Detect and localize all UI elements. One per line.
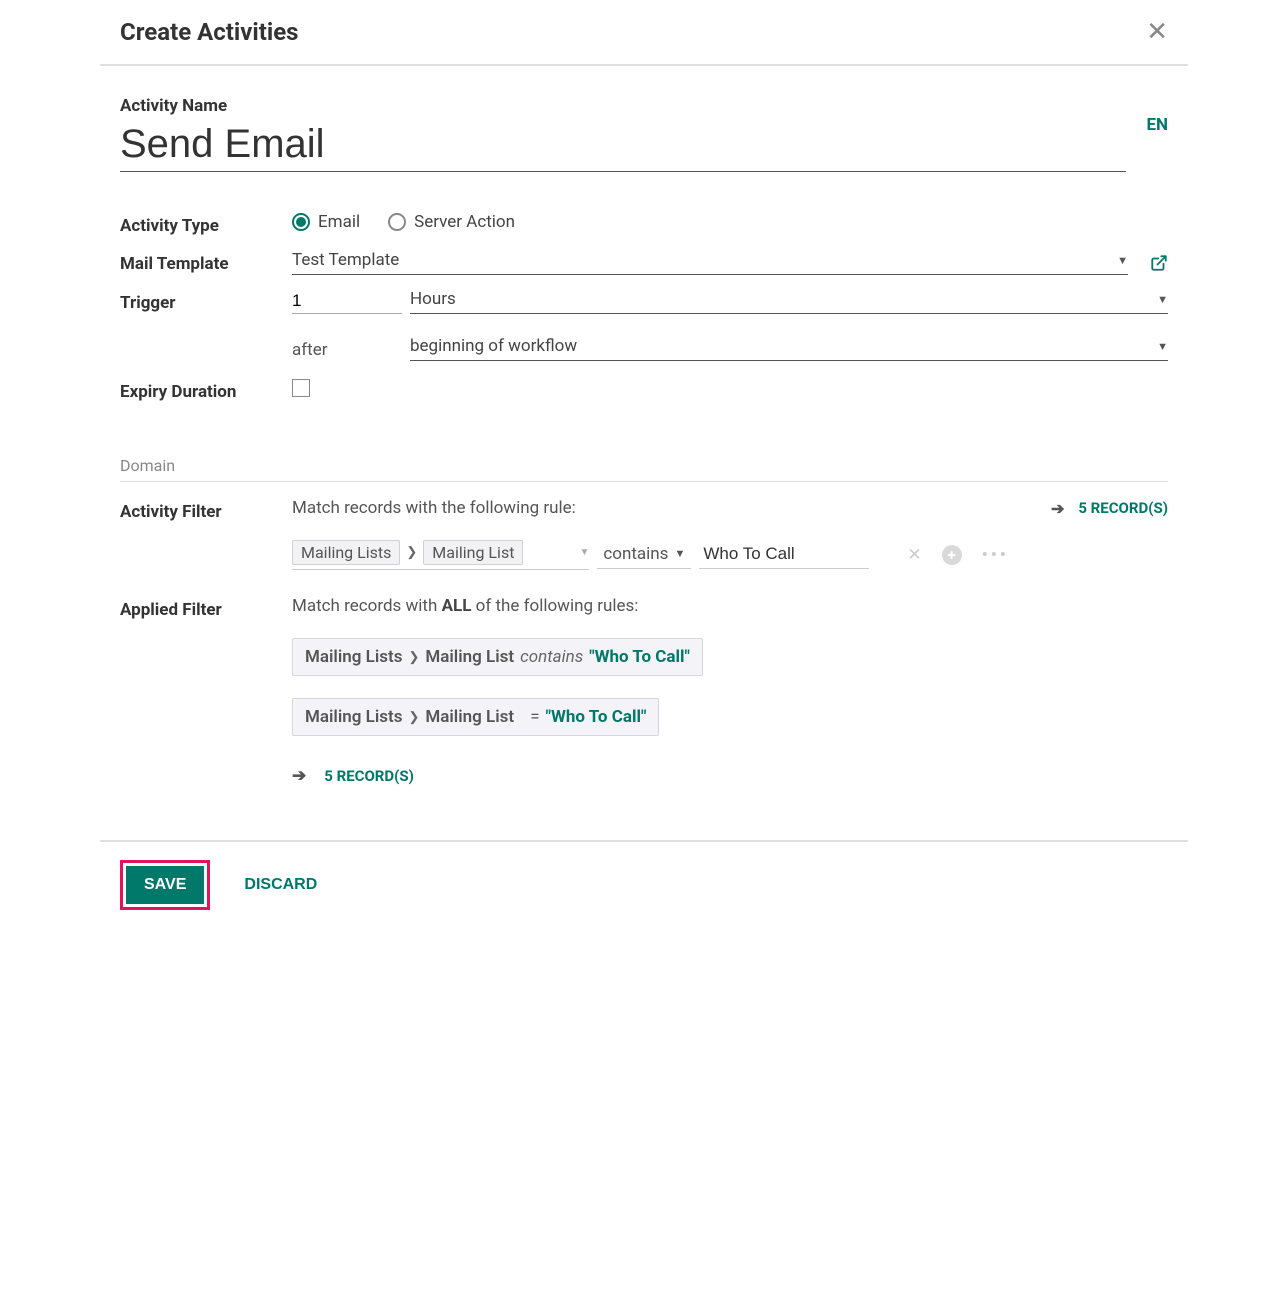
applied-rule-2: Mailing Lists ❯ Mailing List = "Who To C… — [292, 698, 659, 736]
activity-name-input[interactable] — [120, 118, 1126, 172]
trigger-unit-select[interactable]: Hours ▼ — [410, 289, 1168, 314]
activity-type-label: Activity Type — [120, 212, 292, 236]
activity-filter-label: Activity Filter — [120, 498, 292, 522]
trigger-interval-input[interactable] — [292, 289, 402, 314]
radio-checked-icon — [292, 213, 310, 231]
delete-rule-icon[interactable]: ✕ — [907, 545, 921, 565]
activity-name-label: Activity Name — [120, 96, 1126, 116]
close-icon[interactable]: ✕ — [1146, 19, 1168, 45]
discard-button[interactable]: DISCARD — [238, 875, 323, 895]
chevron-down-icon: ▼ — [1157, 340, 1168, 353]
trigger-direction-label: after — [292, 336, 402, 361]
applied-filter-description: Match records with ALL of the following … — [292, 596, 638, 616]
arrow-right-icon: ➔ — [292, 766, 306, 786]
activity-type-radio-group: Email Server Action — [292, 212, 515, 232]
applied-rule-1: Mailing Lists ❯ Mailing List contains "W… — [292, 638, 703, 676]
create-activities-modal: Create Activities ✕ Activity Name EN Act… — [100, 0, 1188, 928]
applied-filter-label: Applied Filter — [120, 596, 292, 620]
rule-operator-select[interactable]: contains ▼ — [597, 542, 691, 569]
rule-value-input[interactable] — [699, 542, 869, 569]
domain-section-title: Domain — [120, 456, 1168, 482]
mail-template-select[interactable]: Test Template ▼ — [292, 250, 1128, 275]
activity-type-email[interactable]: Email — [292, 212, 360, 232]
activity-type-server-action[interactable]: Server Action — [388, 212, 515, 232]
records-count-bottom[interactable]: ➔ 5 RECORD(S) — [292, 766, 414, 786]
arrow-right-icon: ➔ — [1051, 499, 1064, 518]
more-options-icon[interactable]: ••• — [982, 545, 1009, 565]
radio-unchecked-icon — [388, 213, 406, 231]
chevron-right-icon: ❯ — [406, 545, 417, 560]
modal-title: Create Activities — [120, 18, 299, 46]
external-link-icon[interactable] — [1150, 254, 1168, 272]
trigger-label: Trigger — [120, 289, 292, 313]
trigger-event-select[interactable]: beginning of workflow ▼ — [410, 336, 1168, 361]
chevron-right-icon: ❯ — [408, 710, 419, 725]
add-rule-icon[interactable]: + — [942, 545, 962, 565]
records-count-top[interactable]: ➔ 5 RECORD(S) — [1051, 499, 1168, 518]
mail-template-label: Mail Template — [120, 250, 292, 274]
language-badge[interactable]: EN — [1146, 115, 1168, 153]
chevron-right-icon: ❯ — [408, 650, 419, 665]
expiry-duration-checkbox[interactable] — [292, 379, 310, 397]
chevron-down-icon: ▼ — [1157, 293, 1168, 306]
chevron-down-icon: ▼ — [1117, 254, 1128, 267]
rule-field-select[interactable]: Mailing Lists ❯ Mailing List ▼ — [292, 540, 589, 570]
modal-footer: SAVE DISCARD — [100, 840, 1188, 928]
chevron-down-icon: ▼ — [579, 547, 589, 558]
modal-header: Create Activities ✕ — [100, 0, 1188, 66]
filter-rule-row: Mailing Lists ❯ Mailing List ▼ contains … — [292, 540, 1168, 570]
expiry-duration-label: Expiry Duration — [120, 375, 292, 406]
activity-filter-description: Match records with the following rule: — [292, 498, 576, 518]
save-button-highlight: SAVE — [120, 860, 210, 910]
save-button[interactable]: SAVE — [126, 866, 204, 904]
modal-body: Activity Name EN Activity Type Email Ser… — [100, 66, 1188, 840]
chevron-down-icon: ▼ — [674, 547, 685, 560]
